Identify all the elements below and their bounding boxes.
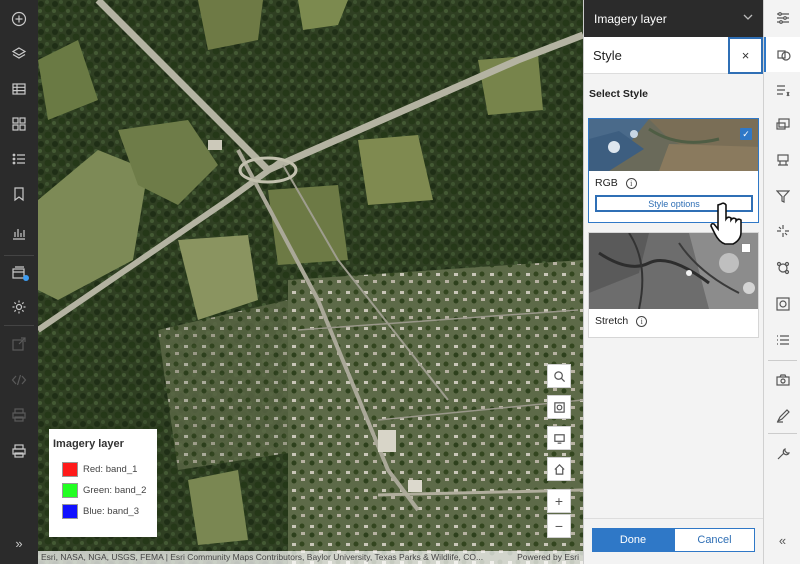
chevron-down-icon[interactable]: [743, 13, 753, 24]
legend-item: Blue: band_3: [53, 501, 153, 522]
right-toolbar: «: [763, 0, 800, 564]
style-card-rgb[interactable]: ✓ RGB i Style options: [588, 118, 759, 223]
collapse-icon[interactable]: «: [764, 523, 800, 558]
unselected-checkbox: [741, 243, 751, 253]
legend-swatch-red: [62, 462, 78, 477]
map-view[interactable]: + − Imagery layer Red: band_1 Green: ban…: [38, 0, 583, 564]
style-name-rgb: RGB: [595, 177, 618, 189]
style-card-stretch[interactable]: Stretch i: [588, 232, 759, 338]
stretch-thumbnail: [589, 233, 758, 309]
legend-swatch-green: [62, 483, 78, 498]
properties-icon[interactable]: [764, 0, 800, 35]
styles-icon[interactable]: [764, 37, 800, 72]
select-style-heading: Select Style: [589, 88, 648, 100]
left-toolbar: »: [0, 0, 38, 564]
chart-icon[interactable]: [0, 216, 38, 250]
list-icon[interactable]: [764, 322, 800, 357]
rgb-thumbnail: ✓: [589, 119, 758, 171]
bookmark-icon[interactable]: [0, 177, 38, 211]
style-name-stretch: Stretch: [595, 315, 629, 327]
style-panel: Imagery layer Style × Select Style ✓ RGB…: [583, 0, 764, 564]
attribution-text[interactable]: Esri, NASA, NGA, USGS, FEMA | Esri Commu…: [41, 552, 483, 562]
raster-functions-icon[interactable]: [764, 286, 800, 321]
cancel-button[interactable]: Cancel: [674, 528, 755, 552]
selected-checkmark-icon: ✓: [740, 128, 752, 140]
sketch-icon[interactable]: [764, 398, 800, 433]
fields-icon[interactable]: [764, 72, 800, 107]
legend-item: Green: band_2: [53, 480, 153, 501]
info-icon[interactable]: i: [636, 315, 648, 327]
powered-by-esri[interactable]: Powered by Esri: [517, 551, 579, 564]
style-options-button[interactable]: Style options: [595, 195, 753, 212]
embed-icon[interactable]: [0, 363, 38, 397]
legend-label: Green: band_2: [83, 485, 147, 496]
style-card-label: RGB i: [589, 171, 758, 195]
expand-icon[interactable]: »: [0, 526, 38, 560]
style-card-label: Stretch i: [589, 309, 758, 333]
legend-swatch-blue: [62, 504, 78, 519]
pop-ups-icon[interactable]: [764, 107, 800, 142]
legend-title: Imagery layer: [53, 438, 124, 450]
toolbar-divider: [4, 325, 34, 326]
legend-label: Red: band_1: [83, 464, 138, 475]
toolbar-divider: [768, 433, 797, 434]
print-icon[interactable]: [0, 398, 38, 432]
close-button[interactable]: ×: [728, 37, 763, 74]
home-icon[interactable]: [547, 457, 571, 481]
basemap-icon[interactable]: [0, 107, 38, 141]
info-icon[interactable]: i: [625, 177, 637, 189]
search-icon[interactable]: [547, 364, 571, 388]
filter-icon[interactable]: [764, 178, 800, 213]
layer-properties-icon[interactable]: [0, 256, 38, 290]
panel-footer: Done Cancel: [584, 518, 764, 564]
labels-icon[interactable]: [764, 142, 800, 177]
print-icon-active[interactable]: [0, 434, 38, 468]
share-icon[interactable]: [0, 327, 38, 361]
layers-icon[interactable]: [0, 37, 38, 71]
notification-dot: [23, 275, 29, 281]
tools-icon[interactable]: [764, 436, 800, 471]
layer-header[interactable]: Imagery layer: [584, 0, 763, 37]
image-collection-icon[interactable]: [764, 362, 800, 397]
legend-icon[interactable]: [0, 142, 38, 176]
analysis-icon[interactable]: [764, 250, 800, 285]
add-icon[interactable]: [0, 2, 38, 36]
fullscreen-icon[interactable]: [547, 426, 571, 450]
legend-item: Red: band_1: [53, 459, 153, 480]
settings-icon[interactable]: [0, 290, 38, 324]
toolbar-divider: [768, 360, 797, 361]
zoom-out-button[interactable]: −: [547, 514, 571, 538]
locate-icon[interactable]: [547, 395, 571, 419]
legend-label: Blue: band_3: [83, 506, 139, 517]
style-section-header: Style ×: [584, 37, 763, 74]
legend-panel: Imagery layer Red: band_1 Green: band_2 …: [49, 429, 157, 537]
table-icon[interactable]: [0, 72, 38, 106]
app-root: » + − Imagery layer Red: band_1 Green: b…: [0, 0, 800, 564]
zoom-in-button[interactable]: +: [547, 489, 571, 513]
layer-title: Imagery layer: [594, 11, 667, 26]
map-attribution[interactable]: Esri, NASA, NGA, USGS, FEMA | Esri Commu…: [38, 551, 583, 564]
effects-icon[interactable]: [764, 213, 800, 248]
done-button[interactable]: Done: [592, 528, 674, 552]
section-title: Style: [593, 47, 622, 63]
